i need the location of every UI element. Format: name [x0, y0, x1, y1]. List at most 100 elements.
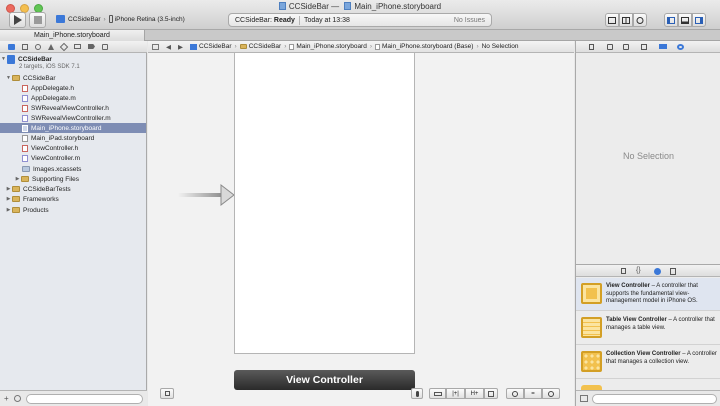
view-controller-icon: [581, 283, 602, 304]
tree-row-label: AppDelegate.h: [31, 84, 75, 92]
source-file-icon: [22, 94, 28, 102]
storyboard-doc-icon-2: [344, 2, 352, 10]
navigator-panel-icon: [667, 16, 675, 24]
disclosure-closed-icon[interactable]: ▶: [5, 186, 12, 192]
storyboard-file-icon: [289, 43, 295, 50]
toggle-debug-button[interactable]: [678, 13, 692, 27]
library-filter-bar: [576, 390, 720, 406]
connections-inspector-icon[interactable]: [677, 44, 684, 50]
tree-row-label: SWRevealViewController.h: [31, 104, 109, 112]
tree-row-file[interactable]: ViewController.h: [0, 143, 146, 153]
search-icon[interactable]: [35, 43, 41, 50]
zoom-out-button[interactable]: [506, 388, 524, 399]
file-template-library-icon[interactable]: [621, 268, 626, 274]
disclosure-closed-icon[interactable]: ▶: [5, 207, 12, 213]
tree-row-file[interactable]: Images.xcassets: [0, 164, 146, 174]
grid-view-icon[interactable]: [580, 395, 588, 402]
align-button[interactable]: |+|: [446, 388, 465, 399]
library-item-collection-view-controller[interactable]: Collection View Controller – A controlle…: [576, 346, 720, 379]
tree-row-file[interactable]: SWRevealViewController.m: [0, 113, 146, 123]
symbol-navigator-icon[interactable]: [22, 43, 28, 50]
tab-main-iphone-storyboard[interactable]: Main_iPhone.storyboard: [0, 30, 145, 41]
library-item-text: View Controller – A controller that supp…: [606, 283, 718, 306]
tree-row-label: ViewController.m: [31, 154, 81, 162]
file-tree: ▼ CCSideBar 2 targets, iOS SDK 7.1 ▼ CCSi…: [0, 53, 147, 390]
tree-row-file-selected[interactable]: Main_iPhone.storyboard: [0, 123, 146, 133]
project-subtitle: 2 targets, iOS SDK 7.1: [19, 64, 80, 70]
project-navigator-icon[interactable]: [8, 43, 15, 50]
add-icon[interactable]: +: [4, 394, 9, 403]
forward-arrow-icon[interactable]: ▶: [178, 43, 183, 51]
scene-title-bar[interactable]: View Controller: [234, 370, 415, 390]
debug-navigator-icon[interactable]: [74, 44, 81, 49]
media-library-icon[interactable]: [670, 268, 676, 275]
tree-row-folder[interactable]: ▶ Products: [0, 205, 146, 215]
document-outline-button[interactable]: [160, 388, 174, 399]
jumpbar-crumb-project[interactable]: CCSideBar: [199, 43, 232, 50]
tree-row-file[interactable]: ViewController.m: [0, 153, 146, 163]
chevron-right-icon: ›: [476, 43, 479, 50]
scheme-selector[interactable]: CCSideBar › iPhone Retina (3.5-inch): [56, 15, 185, 23]
tree-row-folder[interactable]: ▶ CCSideBarTests: [0, 184, 146, 194]
version-editor-button[interactable]: [633, 13, 647, 27]
jumpbar-crumb-file[interactable]: Main_iPhone.storyboard: [296, 43, 366, 50]
log-navigator-icon[interactable]: [102, 43, 108, 50]
disclosure-closed-icon[interactable]: ▶: [14, 176, 21, 182]
run-button[interactable]: [9, 12, 26, 28]
attributes-inspector-icon[interactable]: [641, 44, 647, 50]
toggle-navigator-button[interactable]: [664, 13, 678, 27]
object-library-icon[interactable]: [654, 268, 661, 275]
mic-button[interactable]: [411, 388, 423, 399]
disclosure-closed-icon[interactable]: ▶: [5, 196, 12, 202]
back-arrow-icon[interactable]: ◀: [166, 43, 171, 51]
jumpbar-crumb-group[interactable]: CCSideBar: [249, 43, 282, 50]
quick-help-icon[interactable]: [607, 44, 613, 50]
view-controller-scene[interactable]: [234, 53, 415, 354]
jumpbar-crumb-selection[interactable]: No Selection: [482, 43, 519, 50]
size-inspector-icon[interactable]: [659, 44, 667, 49]
resolve-issues-button[interactable]: [484, 388, 498, 399]
related-items-icon[interactable]: [152, 43, 159, 50]
tree-row-folder[interactable]: ▼ CCSideBar: [0, 73, 146, 83]
stop-button[interactable]: [29, 12, 46, 28]
toggle-utilities-button[interactable]: [692, 13, 706, 27]
tree-row-file[interactable]: SWRevealViewController.h: [0, 103, 146, 113]
assistant-editor-button[interactable]: [619, 13, 633, 27]
standard-editor-button[interactable]: [605, 13, 619, 27]
disclosure-open-icon[interactable]: ▼: [5, 75, 12, 81]
test-navigator-icon[interactable]: [59, 42, 69, 51]
breakpoint-navigator-icon[interactable]: [88, 44, 95, 49]
tree-row-file[interactable]: AppDelegate.h: [0, 83, 146, 93]
mic-icon: [415, 390, 419, 397]
pin-button[interactable]: H+: [465, 388, 484, 399]
outline-icon: [164, 391, 170, 396]
zoom-in-button[interactable]: [542, 388, 560, 399]
code-snippet-library-icon[interactable]: {}: [636, 267, 641, 274]
tree-row-folder[interactable]: ▶ Frameworks: [0, 194, 146, 204]
library-item-table-view-controller[interactable]: Table View Controller – A controller tha…: [576, 312, 720, 345]
resolve-layout-button[interactable]: [429, 388, 446, 399]
layout-icon: [433, 391, 442, 396]
folder-icon: [12, 207, 20, 213]
view-toggle-control: [664, 13, 706, 27]
destination-label: iPhone Retina (3.5-inch): [114, 15, 185, 23]
tree-row-file[interactable]: AppDelegate.m: [0, 93, 146, 103]
zoom-in-icon: [548, 390, 554, 397]
inspector-selector-bar: [576, 41, 720, 53]
jumpbar-crumb-base[interactable]: Main_iPhone.storyboard (Base): [382, 43, 473, 50]
tree-row-label: Main_iPad.storyboard: [31, 134, 95, 142]
issue-navigator-icon[interactable]: [48, 43, 54, 50]
library-item-view-controller[interactable]: View Controller – A controller that supp…: [576, 278, 720, 311]
tree-row-folder[interactable]: ▶ Supporting Files: [0, 174, 146, 184]
file-inspector-icon[interactable]: [589, 44, 594, 50]
zoom-actual-button[interactable]: =: [524, 388, 542, 399]
table-view-controller-icon: [581, 317, 602, 338]
play-icon: [14, 15, 22, 25]
recent-files-icon[interactable]: [14, 395, 21, 402]
resolve-icon: [488, 390, 494, 397]
identity-inspector-icon[interactable]: [623, 44, 629, 50]
tree-row-file[interactable]: Main_iPad.storyboard: [0, 133, 146, 143]
navigator-filter-input[interactable]: [26, 394, 143, 404]
library-filter-input[interactable]: [592, 394, 717, 404]
storyboard-canvas[interactable]: View Controller |+| H+ =: [148, 53, 574, 406]
